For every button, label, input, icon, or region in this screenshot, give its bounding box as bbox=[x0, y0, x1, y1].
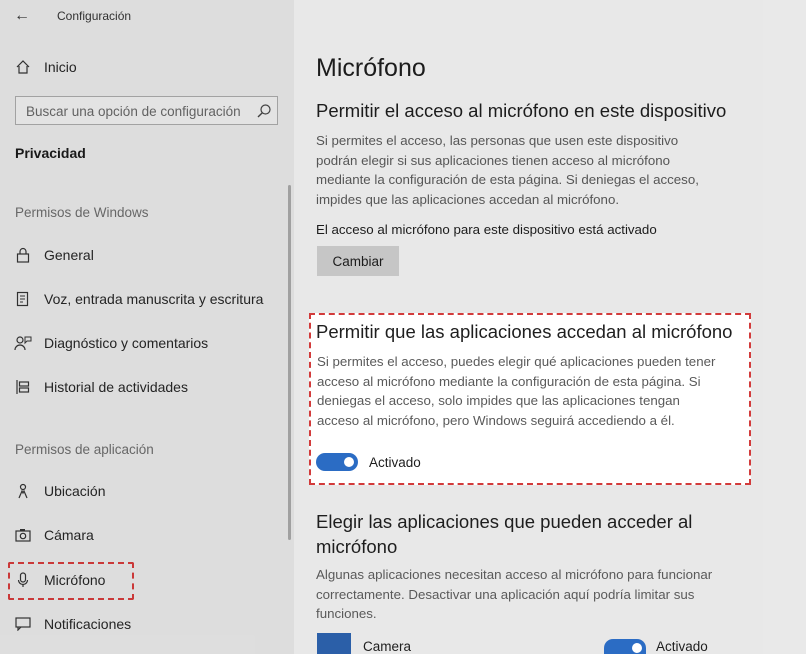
choose-apps-heading: Elegir las aplicaciones que pueden acced… bbox=[316, 509, 692, 559]
home-icon bbox=[13, 59, 33, 75]
desc-line: Si permites el acceso, puedes elegir qué… bbox=[317, 354, 716, 369]
toggle-knob bbox=[344, 457, 354, 467]
device-access-description: Si permites el acceso, las personas que … bbox=[316, 131, 699, 209]
desc-line: acceso al micrófono mediante la configur… bbox=[317, 373, 701, 389]
person-feedback-icon bbox=[13, 335, 33, 351]
app-title: Configuración bbox=[57, 9, 132, 23]
sidebar-item-general[interactable]: General bbox=[0, 237, 294, 273]
desc-line: deniegas el acceso, solo impides que las… bbox=[317, 393, 680, 408]
location-person-icon bbox=[13, 483, 33, 499]
apps-access-heading: Permitir que las aplicaciones accedan al… bbox=[316, 321, 733, 342]
title-bar: ← Configuración bbox=[0, 0, 294, 32]
camera-app-icon bbox=[317, 633, 351, 654]
camera-app-toggle[interactable] bbox=[604, 639, 646, 654]
apps-access-toggle-label: Activado bbox=[369, 455, 421, 470]
apps-access-description: Si permites el acceso, puedes elegir qué… bbox=[317, 352, 715, 430]
selected-item-highlight bbox=[8, 562, 134, 600]
search-box[interactable] bbox=[15, 96, 278, 126]
sidebar-item-label: General bbox=[44, 247, 94, 263]
lock-icon bbox=[13, 247, 33, 263]
search-icon[interactable] bbox=[256, 103, 272, 119]
back-button[interactable]: ← bbox=[10, 6, 34, 26]
desc-line: Algunas aplicaciones necesitan acceso al… bbox=[316, 567, 713, 582]
desc-line: correctamente. Desactivar una aplicación… bbox=[316, 586, 695, 602]
sidebar-item-notifications[interactable]: Notificaciones bbox=[0, 606, 294, 642]
heading-line: Elegir las aplicaciones que pueden acced… bbox=[316, 511, 693, 532]
heading-line: micrófono bbox=[316, 536, 398, 557]
sidebar-item-label: Historial de actividades bbox=[44, 379, 188, 395]
message-icon bbox=[13, 617, 33, 631]
sidebar-item-label: Diagnóstico y comentarios bbox=[44, 335, 209, 351]
page-title: Micrófono bbox=[316, 54, 426, 82]
choose-apps-description: Algunas aplicaciones necesitan acceso al… bbox=[316, 565, 712, 624]
camera-icon bbox=[13, 528, 33, 542]
sidebar-item-label: Inicio bbox=[44, 59, 77, 75]
document-pen-icon bbox=[13, 291, 33, 307]
sidebar-item-camera[interactable]: Cámara bbox=[0, 517, 294, 553]
desc-line: Si permites el acceso, las personas que … bbox=[316, 133, 679, 148]
timeline-icon bbox=[13, 379, 33, 395]
sidebar-item-label: Cámara bbox=[44, 527, 94, 543]
desc-line: funciones. bbox=[316, 606, 377, 621]
app-name-camera: Camera bbox=[363, 639, 412, 654]
device-access-status: El acceso al micrófono para este disposi… bbox=[316, 222, 657, 237]
change-button[interactable]: Cambiar bbox=[317, 246, 399, 276]
search-input[interactable] bbox=[16, 97, 258, 126]
sidebar-item-speech[interactable]: Voz, entrada manuscrita y escritura bbox=[0, 281, 294, 317]
sidebar-item-label: Notificaciones bbox=[44, 616, 132, 632]
sidebar-item-label: Ubicación bbox=[44, 483, 106, 499]
sidebar-item-diagnostics[interactable]: Diagnóstico y comentarios bbox=[0, 325, 294, 361]
back-arrow-icon: ← bbox=[14, 7, 30, 24]
group-heading-app-permissions: Permisos de aplicación bbox=[15, 442, 154, 457]
toggle-knob bbox=[632, 643, 642, 653]
device-access-heading: Permitir el acceso al micrófono en este … bbox=[316, 100, 727, 121]
desc-line: mediante la configuración de esta página… bbox=[316, 172, 699, 187]
group-heading-windows-permissions: Permisos de Windows bbox=[15, 205, 149, 220]
desc-line: impides que las aplicaciones accedan al … bbox=[316, 191, 620, 207]
desc-line: acceso al micrófono, pero Windows seguir… bbox=[317, 412, 675, 428]
sidebar-scrollbar[interactable] bbox=[288, 185, 291, 540]
sidebar-item-label: Voz, entrada manuscrita y escritura bbox=[44, 291, 264, 307]
sidebar-item-activity[interactable]: Historial de actividades bbox=[0, 369, 294, 405]
desc-line: podrán elegir si sus aplicaciones tienen… bbox=[316, 152, 671, 168]
apps-access-toggle[interactable] bbox=[316, 453, 358, 471]
sidebar-item-home[interactable]: Inicio bbox=[0, 49, 294, 85]
section-title: Privacidad bbox=[15, 145, 86, 161]
camera-app-toggle-label: Activado bbox=[656, 639, 708, 654]
sidebar-item-location[interactable]: Ubicación bbox=[0, 473, 294, 509]
